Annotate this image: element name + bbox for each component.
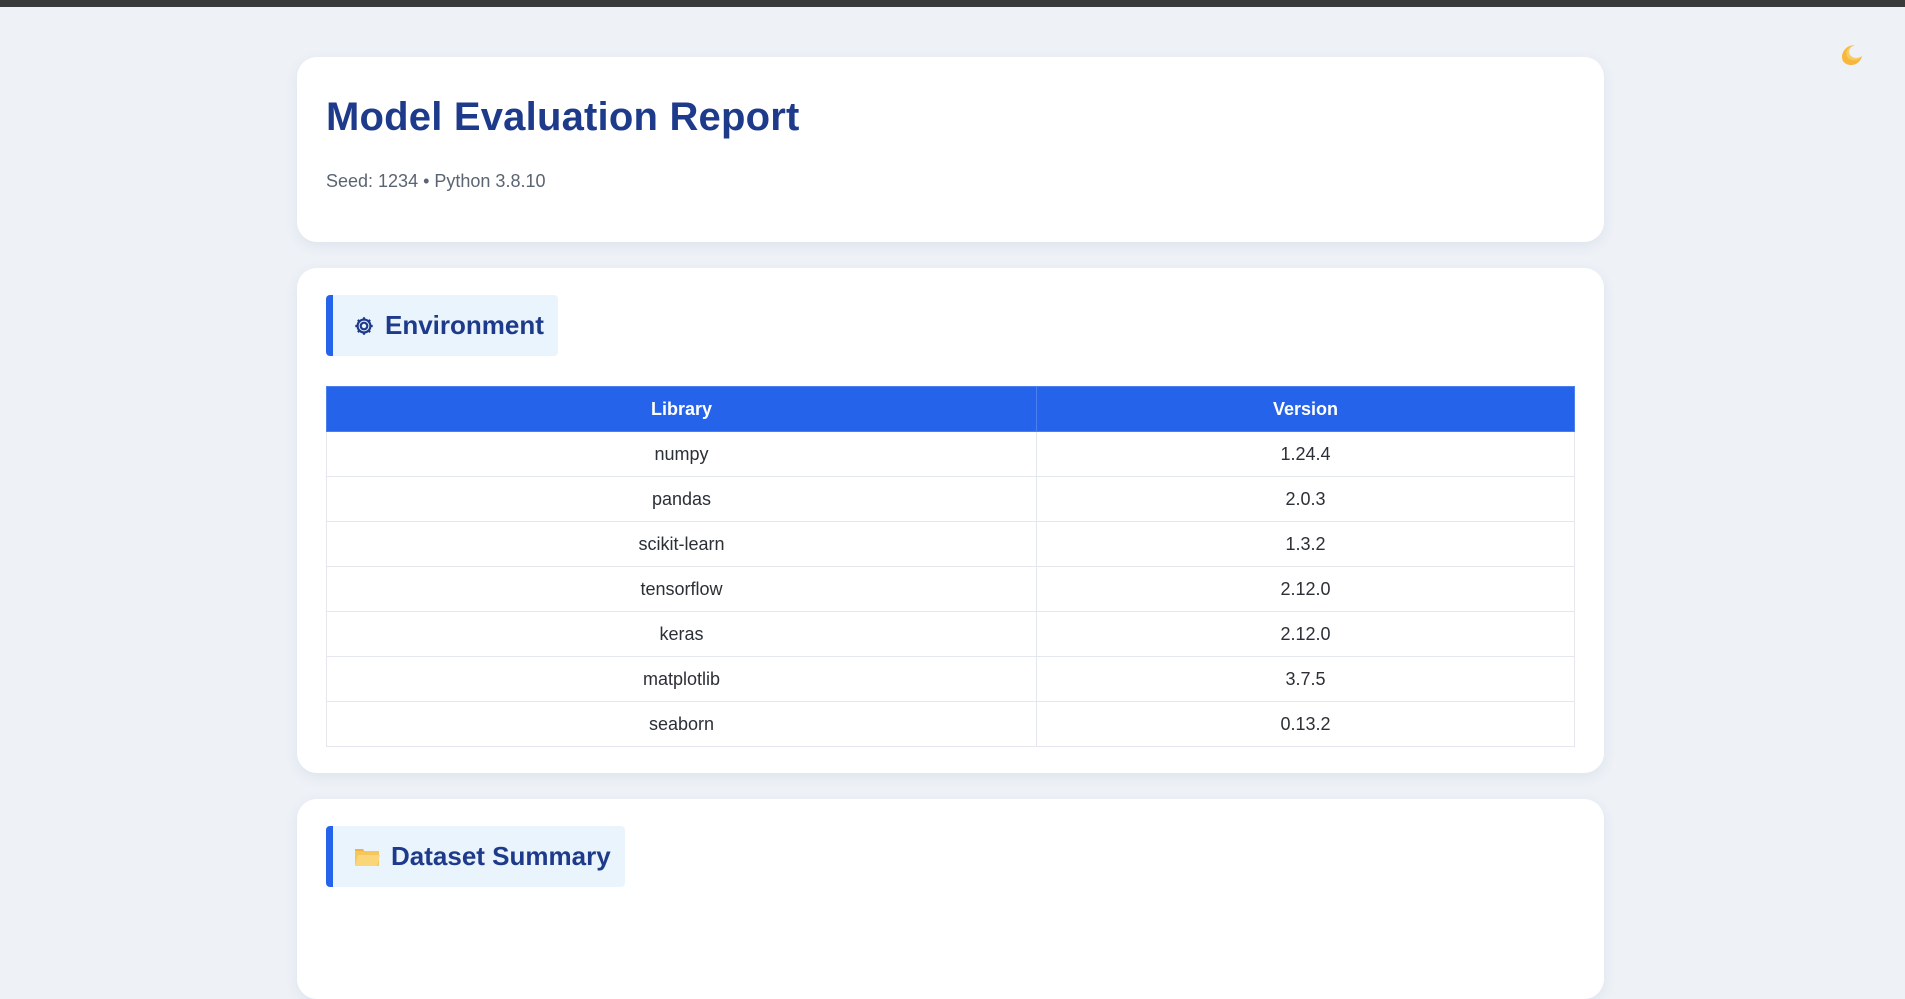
table-row: pandas 2.0.3 <box>326 476 1575 522</box>
open-folder-icon <box>353 845 381 869</box>
version-cell: 2.12.0 <box>1036 611 1575 657</box>
environment-card: Environment Library Version numpy 1.24.4… <box>297 268 1604 773</box>
table-row: numpy 1.24.4 <box>326 431 1575 477</box>
table-row: tensorflow 2.12.0 <box>326 566 1575 612</box>
environment-table: Library Version numpy 1.24.4 pandas 2.0.… <box>326 386 1575 747</box>
environment-heading-label: Environment <box>385 310 544 340</box>
environment-section-heading: Environment <box>326 295 558 356</box>
window-top-bar <box>0 0 1905 7</box>
table-row: matplotlib 3.7.5 <box>326 656 1575 702</box>
library-cell: numpy <box>326 431 1037 477</box>
table-row: keras 2.12.0 <box>326 611 1575 657</box>
table-header-row: Library Version <box>326 386 1575 432</box>
gear-icon <box>353 315 375 337</box>
library-cell: matplotlib <box>326 656 1037 702</box>
dataset-summary-heading-label: Dataset Summary <box>391 841 611 871</box>
library-cell: seaborn <box>326 701 1037 747</box>
column-header-library: Library <box>326 386 1037 432</box>
version-cell: 1.24.4 <box>1036 431 1575 477</box>
library-cell: keras <box>326 611 1037 657</box>
column-header-version: Version <box>1036 386 1575 432</box>
dataset-summary-card: Dataset Summary <box>297 799 1604 999</box>
version-cell: 3.7.5 <box>1036 656 1575 702</box>
version-cell: 1.3.2 <box>1036 521 1575 567</box>
table-row: scikit-learn 1.3.2 <box>326 521 1575 567</box>
version-cell: 0.13.2 <box>1036 701 1575 747</box>
version-cell: 2.0.3 <box>1036 476 1575 522</box>
table-row: seaborn 0.13.2 <box>326 701 1575 747</box>
dataset-summary-section-heading: Dataset Summary <box>326 826 625 887</box>
report-header-card: Model Evaluation Report Seed: 1234 • Pyt… <box>297 57 1604 242</box>
library-cell: tensorflow <box>326 566 1037 612</box>
page-title: Model Evaluation Report <box>326 95 800 139</box>
crescent-moon-icon <box>1842 45 1862 65</box>
library-cell: scikit-learn <box>326 521 1037 567</box>
report-meta: Seed: 1234 • Python 3.8.10 <box>326 171 546 191</box>
theme-toggle-button[interactable] <box>1836 40 1866 70</box>
library-cell: pandas <box>326 476 1037 522</box>
version-cell: 2.12.0 <box>1036 566 1575 612</box>
